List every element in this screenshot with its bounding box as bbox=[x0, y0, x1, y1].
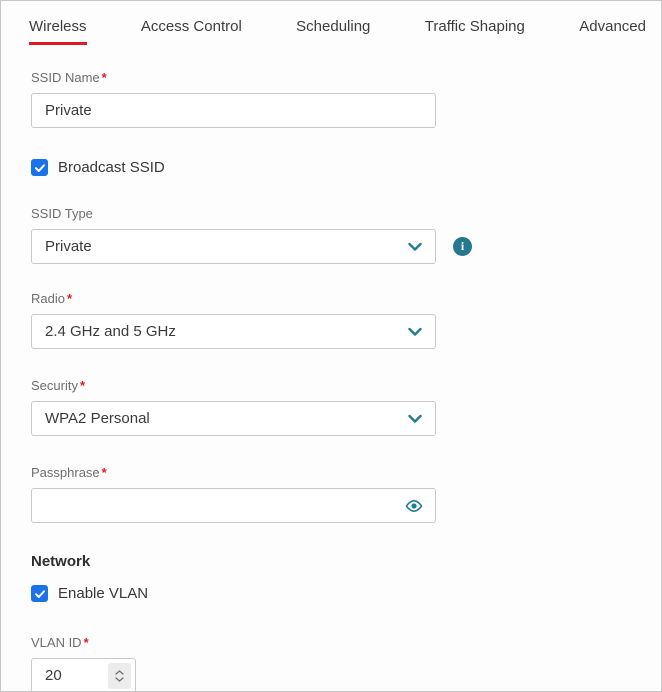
tab-scheduling[interactable]: Scheduling bbox=[296, 18, 370, 45]
chevron-down-icon bbox=[408, 327, 422, 336]
passphrase-label: Passphrase* bbox=[31, 466, 661, 479]
radio-label: Radio* bbox=[31, 292, 661, 305]
required-asterisk: * bbox=[102, 70, 107, 85]
vlan-id-field: VLAN ID* bbox=[31, 636, 661, 692]
enable-vlan-checkbox[interactable] bbox=[31, 585, 48, 602]
ssid-type-select[interactable]: Private bbox=[31, 229, 436, 264]
enable-vlan-label: Enable VLAN bbox=[58, 585, 148, 602]
wireless-settings-panel: Wireless Access Control Scheduling Traff… bbox=[0, 0, 662, 692]
ssid-name-input[interactable] bbox=[31, 93, 436, 128]
tab-traffic-shaping[interactable]: Traffic Shaping bbox=[425, 18, 525, 45]
checkmark-icon bbox=[34, 588, 46, 600]
chevron-down-icon bbox=[408, 242, 422, 251]
ssid-type-label: SSID Type bbox=[31, 207, 661, 220]
required-asterisk: * bbox=[80, 378, 85, 393]
info-icon[interactable]: i bbox=[453, 237, 472, 256]
security-label: Security* bbox=[31, 379, 661, 392]
tab-advanced[interactable]: Advanced bbox=[579, 18, 646, 45]
security-field: Security* WPA2 Personal bbox=[31, 379, 661, 436]
required-asterisk: * bbox=[102, 465, 107, 480]
required-asterisk: * bbox=[67, 291, 72, 306]
ssid-type-field: SSID Type Private i bbox=[31, 207, 661, 264]
passphrase-field: Passphrase* bbox=[31, 466, 661, 523]
broadcast-ssid-checkbox[interactable] bbox=[31, 159, 48, 176]
stepper-down-icon[interactable] bbox=[115, 677, 124, 682]
checkmark-icon bbox=[34, 162, 46, 174]
radio-field: Radio* 2.4 GHz and 5 GHz bbox=[31, 292, 661, 349]
security-select[interactable]: WPA2 Personal bbox=[31, 401, 436, 436]
wireless-form: SSID Name* Broadcast SSID SSID Type Priv… bbox=[1, 71, 661, 692]
broadcast-ssid-label: Broadcast SSID bbox=[58, 159, 165, 176]
passphrase-input[interactable] bbox=[31, 488, 436, 523]
chevron-down-icon bbox=[408, 414, 422, 423]
vlan-id-label: VLAN ID* bbox=[31, 636, 661, 649]
radio-select[interactable]: 2.4 GHz and 5 GHz bbox=[31, 314, 436, 349]
eye-icon[interactable] bbox=[404, 496, 424, 516]
ssid-name-field: SSID Name* bbox=[31, 71, 661, 128]
enable-vlan-checkbox-row[interactable]: Enable VLAN bbox=[31, 585, 661, 602]
tab-access-control[interactable]: Access Control bbox=[141, 18, 242, 45]
tab-bar: Wireless Access Control Scheduling Traff… bbox=[1, 1, 661, 45]
network-section-heading: Network bbox=[31, 553, 661, 570]
ssid-name-label: SSID Name* bbox=[31, 71, 661, 84]
stepper-up-icon[interactable] bbox=[115, 670, 124, 675]
required-asterisk: * bbox=[84, 635, 89, 650]
broadcast-ssid-checkbox-row[interactable]: Broadcast SSID bbox=[31, 159, 661, 176]
tab-wireless[interactable]: Wireless bbox=[29, 18, 87, 45]
number-stepper[interactable] bbox=[108, 663, 131, 689]
